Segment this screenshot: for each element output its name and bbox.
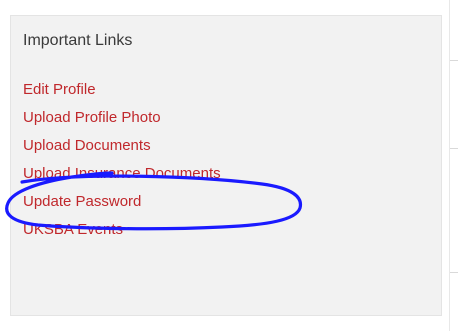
list-item: Upload Insurance Documents [23, 164, 221, 192]
divider-tick [450, 148, 458, 149]
upload-documents-link[interactable]: Upload Documents [23, 137, 151, 154]
content-divider [449, 0, 450, 331]
important-links-list: Edit Profile Upload Profile Photo Upload… [23, 80, 221, 248]
list-item: UKSBA Events [23, 220, 221, 248]
upload-profile-photo-link[interactable]: Upload Profile Photo [23, 109, 161, 126]
divider-tick [450, 272, 458, 273]
edit-profile-link[interactable]: Edit Profile [23, 81, 96, 98]
list-item: Upload Documents [23, 136, 221, 164]
panel-title: Important Links [23, 32, 133, 49]
divider-tick [450, 60, 458, 61]
upload-insurance-documents-link[interactable]: Upload Insurance Documents [23, 165, 221, 182]
list-item: Upload Profile Photo [23, 108, 221, 136]
list-item: Update Password [23, 192, 221, 220]
list-item: Edit Profile [23, 80, 221, 108]
uksba-events-link[interactable]: UKSBA Events [23, 221, 123, 238]
update-password-link[interactable]: Update Password [23, 193, 141, 210]
